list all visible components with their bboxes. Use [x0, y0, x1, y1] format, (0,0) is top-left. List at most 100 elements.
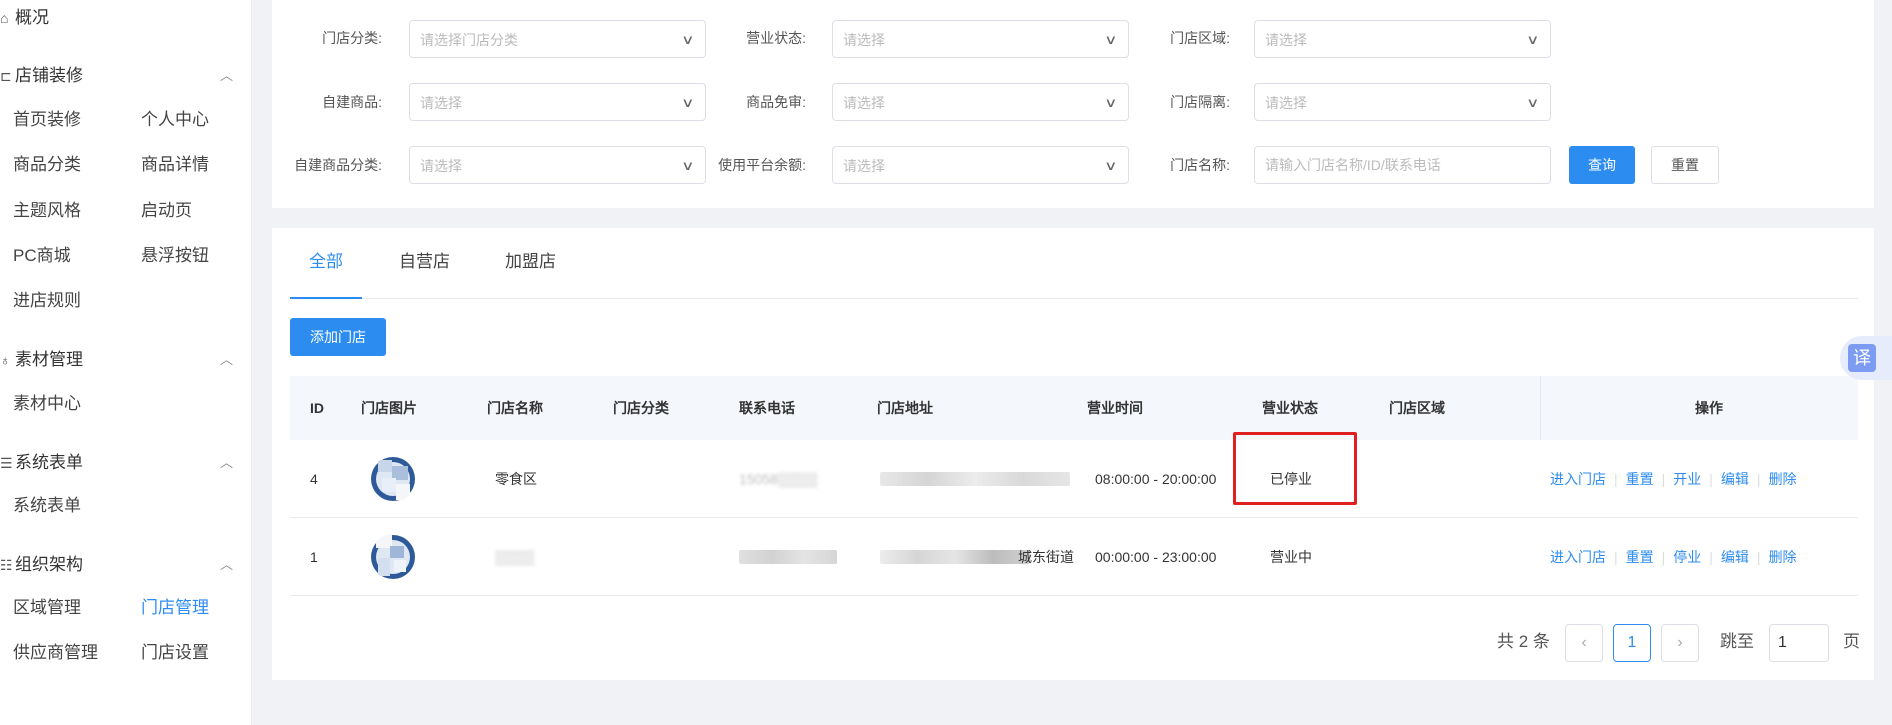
delete-link[interactable]: 删除	[1769, 549, 1797, 565]
store-category-select[interactable]: 请选择门店分类 ∨	[409, 20, 706, 58]
column-header-phone: 联系电话	[739, 400, 795, 416]
separator: |	[1661, 549, 1666, 565]
sidebar-item-store-mgmt[interactable]: 门店管理	[141, 597, 209, 619]
translate-widget[interactable]: 译	[1840, 336, 1892, 380]
sidebar-item-theme[interactable]: 主题风格	[13, 200, 81, 222]
reset-link[interactable]: 重置	[1626, 549, 1654, 565]
sidebar-item-splash[interactable]: 启动页	[141, 200, 192, 222]
cell-id: 1	[310, 549, 318, 565]
sidebar-group-decor[interactable]: ⊏ 店铺装修 ︿	[0, 61, 252, 91]
separator: |	[1709, 471, 1713, 487]
chevron-down-icon: ∨	[1104, 158, 1118, 173]
open-business-link[interactable]: 开业	[1673, 471, 1701, 487]
sidebar-group-org[interactable]: ☷ 组织架构 ︿	[0, 550, 252, 580]
chevron-down-icon: ∨	[1526, 32, 1540, 47]
separator: |	[1709, 549, 1713, 565]
sidebar-item-float-button[interactable]: 悬浮按钮	[141, 245, 209, 267]
sidebar-item-region-mgmt[interactable]: 区域管理	[13, 597, 81, 619]
page-1-button[interactable]: 1	[1613, 624, 1651, 662]
edit-link[interactable]: 编辑	[1721, 471, 1749, 487]
store-name-input[interactable]	[1254, 146, 1551, 184]
product-exempt-select[interactable]: 请选择 ∨	[832, 83, 1129, 121]
self-product-select[interactable]: 请选择 ∨	[409, 83, 706, 121]
sidebar-item-pc-mall[interactable]: PC商城	[13, 245, 71, 267]
cell-status: 营业中	[1270, 549, 1312, 565]
next-page-button[interactable]: ›	[1661, 624, 1699, 662]
select-placeholder: 请选择门店分类	[420, 32, 518, 48]
cell-hours: 08:00:00 - 20:00:00	[1095, 471, 1217, 487]
sidebar-group-material[interactable]: ♁ 素材管理 ︿	[0, 345, 252, 375]
sidebar-group-label: 概况	[15, 8, 49, 27]
enter-store-link[interactable]: 进入门店	[1550, 549, 1606, 565]
sidebar-group-label: 组织架构	[15, 555, 83, 574]
select-placeholder: 请选择	[843, 158, 885, 174]
close-business-link[interactable]: 停业	[1673, 549, 1701, 565]
separator: |	[1614, 549, 1618, 565]
chevron-up-icon: ︿	[220, 455, 234, 470]
prev-page-button[interactable]: ‹	[1565, 624, 1603, 662]
sidebar-group-overview[interactable]: ⌂ 概况	[0, 3, 252, 33]
column-header-status: 营业状态	[1262, 400, 1318, 416]
sidebar-item-store-settings[interactable]: 门店设置	[141, 642, 209, 664]
store-image	[370, 456, 416, 502]
store-region-label: 门店区域:	[1170, 30, 1230, 46]
reset-button[interactable]: 重置	[1651, 146, 1719, 184]
store-name-label: 门店名称:	[1170, 157, 1230, 173]
enter-store-link[interactable]: 进入门店	[1550, 471, 1606, 487]
table-row: 4 零食区 15058▒▒▒▒ 08:00:00 - 20:00:00 已停业 …	[290, 440, 1858, 518]
separator: |	[1614, 471, 1618, 487]
chevron-down-icon: ∨	[1104, 32, 1118, 47]
cell-phone-redacted	[739, 550, 837, 564]
separator: |	[1756, 549, 1761, 565]
self-product-category-select[interactable]: 请选择 ∨	[409, 146, 706, 184]
store-isolation-label: 门店隔离:	[1170, 94, 1230, 110]
reset-link[interactable]: 重置	[1626, 471, 1654, 487]
sidebar-item-system-form[interactable]: 系统表单	[13, 495, 81, 517]
store-isolation-select[interactable]: 请选择 ∨	[1254, 83, 1551, 121]
status-highlight-box	[1233, 432, 1357, 505]
sidebar-item-product-detail[interactable]: 商品详情	[141, 154, 209, 176]
self-product-label: 自建商品:	[322, 94, 382, 110]
translate-icon: 译	[1848, 344, 1876, 372]
tab-self-operated[interactable]: 自营店	[399, 250, 450, 274]
sidebar-item-category[interactable]: 商品分类	[13, 154, 81, 176]
cell-phone-redacted: 15058▒▒▒▒	[739, 471, 818, 487]
sidebar-item-home-decor[interactable]: 首页装修	[13, 109, 81, 131]
sidebar-item-personal-center[interactable]: 个人中心	[141, 109, 209, 131]
select-placeholder: 请选择	[420, 95, 462, 111]
sidebar-item-store-rules[interactable]: 进店规则	[13, 290, 81, 312]
sidebar-item-supplier-mgmt[interactable]: 供应商管理	[13, 642, 98, 664]
sidebar-group-forms[interactable]: ☰ 系统表单 ︿	[0, 448, 252, 478]
delete-link[interactable]: 删除	[1769, 471, 1797, 487]
sidebar-item-material-center[interactable]: 素材中心	[13, 393, 81, 415]
column-header-region: 门店区域	[1389, 400, 1445, 416]
filter-panel: 门店分类: 请选择门店分类 ∨ 营业状态: 请选择 ∨ 门店区域: 请选择 ∨ …	[272, 0, 1874, 208]
cell-name: 零食区	[495, 471, 537, 487]
product-exempt-label: 商品免审:	[746, 94, 806, 110]
select-placeholder: 请选择	[843, 95, 885, 111]
jump-suffix-label: 页	[1843, 632, 1860, 651]
tabs-divider	[290, 298, 1858, 299]
jump-page-input[interactable]	[1769, 624, 1829, 662]
chevron-up-icon: ︿	[220, 68, 234, 83]
search-button[interactable]: 查询	[1569, 146, 1635, 184]
chevron-down-icon: ∨	[681, 32, 695, 47]
add-store-button[interactable]: 添加门店	[290, 318, 386, 356]
list-icon: ☰	[0, 455, 13, 471]
chevron-down-icon: ∨	[1526, 95, 1540, 110]
platform-balance-select[interactable]: 请选择 ∨	[832, 146, 1129, 184]
active-tab-indicator	[290, 297, 362, 299]
store-image	[370, 534, 416, 580]
row-actions: 进入门店 | 重置 | 开业 | 编辑 | 删除	[1550, 469, 1797, 489]
edit-link[interactable]: 编辑	[1721, 549, 1749, 565]
tab-all[interactable]: 全部	[309, 250, 343, 274]
tab-franchise[interactable]: 加盟店	[505, 250, 556, 274]
self-product-category-label: 自建商品分类:	[294, 157, 382, 173]
cell-address-redacted	[880, 472, 1070, 486]
sidebar-group-label: 系统表单	[15, 453, 83, 472]
column-header-id: ID	[310, 400, 324, 416]
select-placeholder: 请选择	[843, 32, 885, 48]
layout-icon: ⊏	[0, 68, 12, 84]
business-status-select[interactable]: 请选择 ∨	[832, 20, 1129, 58]
store-region-select[interactable]: 请选择 ∨	[1254, 20, 1551, 58]
